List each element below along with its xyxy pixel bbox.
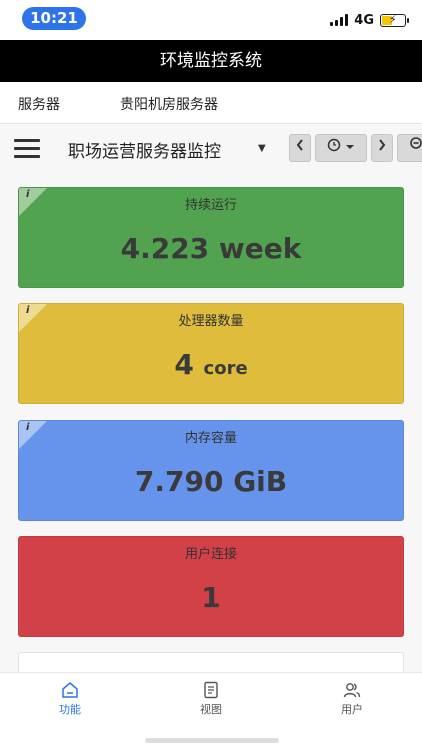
nav-views[interactable]: 视图 bbox=[181, 681, 241, 717]
clock-icon bbox=[327, 138, 341, 152]
home-indicator bbox=[145, 738, 279, 743]
dashboard-content: i 持续运行 4.223 week i 处理器数量 4 core i 内存容量 … bbox=[0, 174, 422, 672]
time-shift-back-button[interactable] bbox=[289, 134, 311, 162]
users-icon bbox=[343, 683, 361, 698]
nav-label: 视图 bbox=[200, 703, 222, 716]
panel-title: 内存容量 bbox=[184, 431, 237, 446]
app-title: 环境监控系统 bbox=[0, 40, 422, 82]
zoom-out-button[interactable] bbox=[397, 134, 422, 162]
panel-user-connections[interactable]: 用户连接 1 bbox=[18, 536, 404, 637]
value-unit: core bbox=[203, 358, 248, 379]
panel-partial bbox=[18, 652, 404, 672]
value-number: 7.790 bbox=[134, 465, 224, 498]
dashboard-title[interactable]: 职场运营服务器监控 bbox=[68, 137, 221, 162]
network-type: 4G bbox=[354, 12, 374, 28]
value-number: 4.223 bbox=[120, 232, 210, 265]
time-shift-forward-button[interactable] bbox=[371, 134, 393, 162]
status-time: 10:21 bbox=[22, 7, 86, 30]
dashboard-toolbar: 职场运营服务器监控 ▼ bbox=[0, 124, 422, 174]
tab-guiyang-servers[interactable]: 贵阳机房服务器 bbox=[120, 94, 218, 114]
panel-title: 处理器数量 bbox=[178, 314, 244, 329]
panel-title: 持续运行 bbox=[184, 198, 237, 213]
signal-icon bbox=[330, 14, 349, 26]
nav-functions[interactable]: 功能 bbox=[40, 681, 100, 717]
panel-value: 4.223 week bbox=[19, 232, 403, 265]
time-picker-button[interactable] bbox=[315, 134, 367, 162]
caret-down-icon bbox=[346, 145, 355, 149]
breadcrumb: 服务器 贵阳机房服务器 bbox=[0, 82, 422, 124]
menu-icon[interactable] bbox=[14, 139, 40, 159]
battery-icon: ⚡ bbox=[380, 13, 409, 27]
value-number: 4 bbox=[174, 348, 194, 381]
panel-value: 7.790 GiB bbox=[19, 465, 403, 498]
panel-value: 1 bbox=[19, 581, 403, 614]
nav-label: 用户 bbox=[341, 703, 363, 716]
home-icon bbox=[62, 682, 78, 698]
chevron-left-icon bbox=[296, 139, 303, 151]
nav-users[interactable]: 用户 bbox=[322, 681, 382, 717]
panel-cpu-count[interactable]: i 处理器数量 4 core bbox=[18, 303, 404, 404]
value-number: 1 bbox=[201, 581, 221, 614]
panel-uptime[interactable]: i 持续运行 4.223 week bbox=[18, 187, 404, 288]
panel-title: 用户连接 bbox=[184, 547, 237, 562]
document-icon bbox=[204, 681, 218, 699]
status-bar: 10:21 4G ⚡ bbox=[0, 0, 422, 40]
dashboard-dropdown-caret-icon[interactable]: ▼ bbox=[258, 143, 266, 154]
nav-label: 功能 bbox=[59, 703, 81, 716]
panel-value: 4 core bbox=[19, 348, 403, 381]
zoom-out-icon bbox=[410, 137, 422, 149]
chevron-right-icon bbox=[379, 139, 386, 151]
status-indicators: 4G ⚡ bbox=[330, 10, 409, 30]
tab-servers[interactable]: 服务器 bbox=[18, 94, 60, 114]
value-unit: GiB bbox=[233, 465, 288, 498]
value-unit: week bbox=[218, 232, 302, 265]
panel-memory[interactable]: i 内存容量 7.790 GiB bbox=[18, 420, 404, 521]
